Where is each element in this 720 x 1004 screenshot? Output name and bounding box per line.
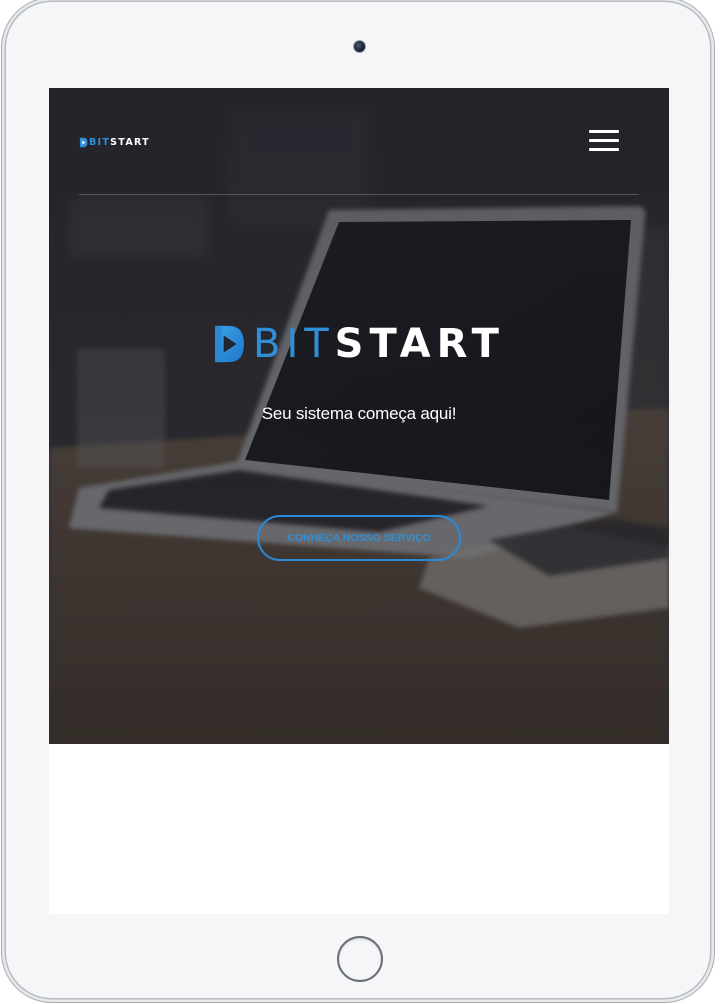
nav-logo-part1: BIT xyxy=(89,136,111,148)
home-button-icon[interactable] xyxy=(337,936,383,982)
tablet-device-frame: BITSTART BITSTART Seu sistema começa aqu… xyxy=(6,2,710,998)
nav-logo[interactable]: BITSTART xyxy=(79,135,150,149)
hamburger-menu-icon[interactable] xyxy=(589,130,619,152)
nav-logo-part2: START xyxy=(110,136,150,148)
hero-logo: BITSTART xyxy=(213,322,505,366)
screen: BITSTART BITSTART Seu sistema começa aqu… xyxy=(49,88,669,914)
hero-section: BITSTART BITSTART Seu sistema começa aqu… xyxy=(49,88,669,744)
nav-divider xyxy=(79,194,639,195)
cta-button[interactable]: CONHEÇA NOSSO SERVIÇO xyxy=(257,515,461,561)
hero-tagline: Seu sistema começa aqui! xyxy=(261,404,457,423)
navbar: BITSTART xyxy=(79,126,639,158)
bitstart-play-icon xyxy=(215,325,244,363)
hero-logo-part2: START xyxy=(334,321,505,367)
bitstart-play-icon xyxy=(79,137,88,147)
camera-icon xyxy=(354,41,365,52)
hero-logo-wordmark: BITSTART xyxy=(253,322,505,366)
nav-logo-wordmark: BITSTART xyxy=(89,137,150,148)
hero-logo-part1: BIT xyxy=(253,321,335,367)
content-section xyxy=(49,744,669,914)
